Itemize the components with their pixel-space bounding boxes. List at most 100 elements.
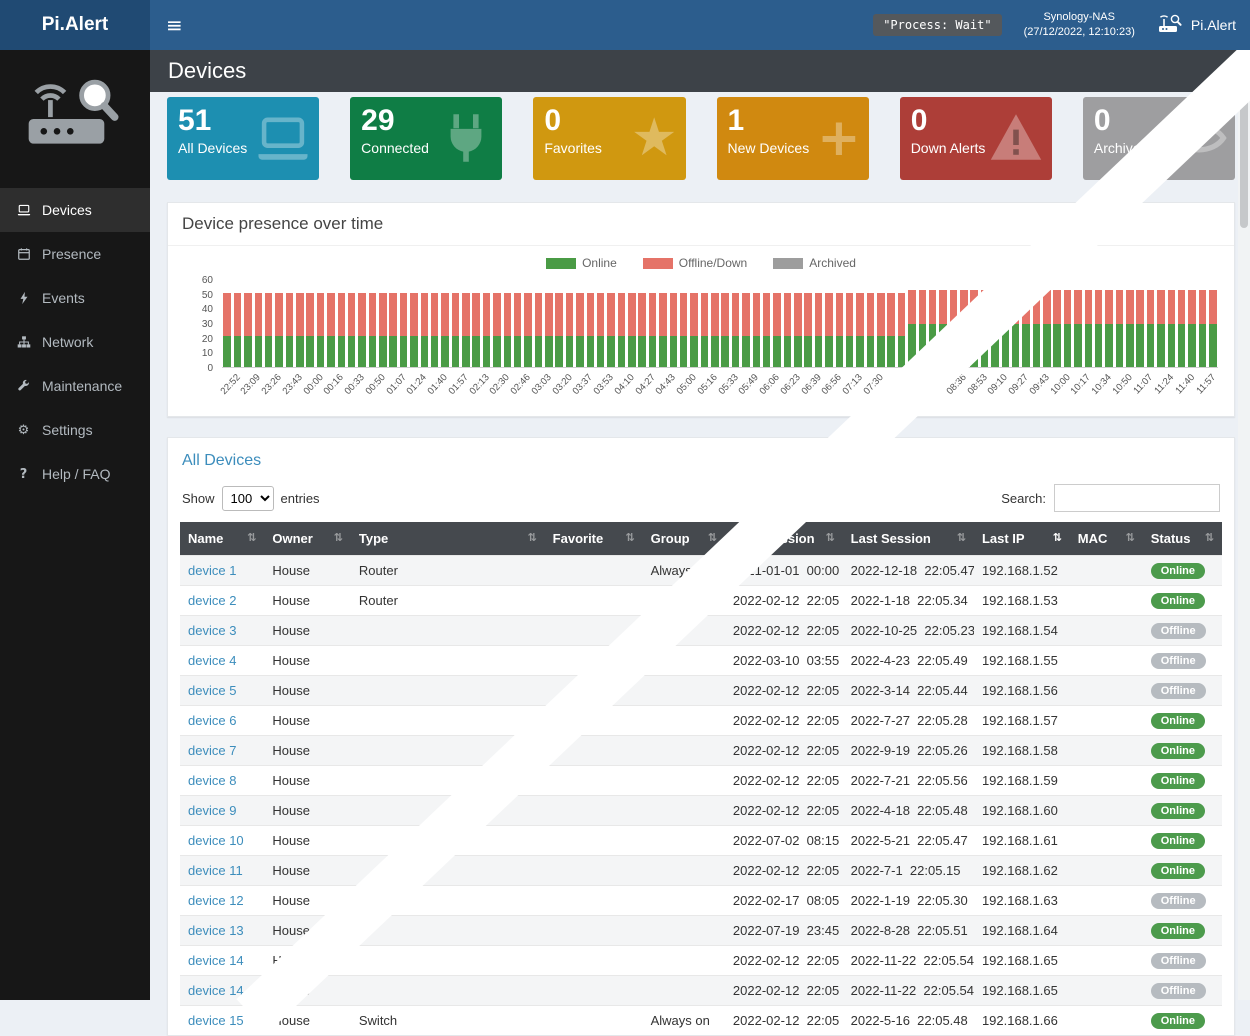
chart-bar [1208,290,1218,367]
device-link[interactable]: device 15 [188,1013,244,1028]
device-link[interactable]: device 6 [188,713,236,728]
plus-icon: + [817,103,861,173]
table-row[interactable]: device 14House2022-02-12 22:052022-11-22… [180,976,1222,1006]
x-tick-label: 23:09 [239,372,263,397]
sidebar-toggle-icon[interactable]: ≡ [150,0,199,50]
x-tick-label: 06:39 [799,372,823,397]
card-connected[interactable]: 29Connected [350,97,502,180]
sort-icon[interactable]: ⇅ [1126,531,1135,544]
device-link[interactable]: device 11 [188,863,243,878]
bar-segment-online [1022,324,1029,367]
sidebar-item-presence[interactable]: Presence [0,232,150,276]
chart-bar [1062,290,1072,367]
bar-segment-online [804,336,811,367]
bar-segment-offline-down [753,293,760,336]
x-tick: 11:07 [1135,368,1156,416]
sidebar-item-network[interactable]: Network [0,320,150,364]
sort-icon[interactable]: ⇅ [957,531,966,544]
column-header-last-session[interactable]: Last Session⇅ [843,522,974,556]
device-status-cell: Offline [1143,946,1222,976]
chart-bar [554,293,564,367]
bar-segment-online [815,336,822,367]
column-header-favorite[interactable]: Favorite⇅ [545,522,643,556]
sort-icon[interactable]: ⇅ [825,531,834,544]
table-row[interactable]: device 15HouseSwitchAlways on2022-02-12 … [180,1006,1222,1036]
x-tick-label: 06:06 [758,372,782,397]
chart-bar [471,293,481,367]
table-row[interactable]: device 9House2022-02-12 22:052022-4-18 2… [180,796,1222,826]
chart-bar [896,293,906,367]
chart-y-axis: 6050403020100 [168,280,222,368]
x-tick: 23:26 [264,368,285,416]
card-down-alerts[interactable]: 0Down Alerts [900,97,1052,180]
brand-logo[interactable]: Pi.Alert [0,0,150,50]
status-badge: Online [1151,803,1205,819]
table-row[interactable]: device 6House2022-02-12 22:052022-7-27 2… [180,706,1222,736]
status-badge: Online [1151,773,1205,789]
page-size-select[interactable]: 100 [222,486,274,511]
sort-icon[interactable]: ⇅ [1053,531,1062,544]
search-input[interactable] [1054,484,1220,512]
x-tick: 05:33 [720,368,741,416]
device-link[interactable]: device 8 [188,773,236,788]
device-link[interactable]: device 10 [188,833,244,848]
bar-segment-offline-down [763,293,770,336]
bar-segment-online [1043,324,1050,367]
column-header-name[interactable]: Name⇅ [180,522,264,556]
card-all-devices[interactable]: 51All Devices [167,97,319,180]
device-link[interactable]: device 3 [188,623,236,638]
bar-segment-online [296,336,303,367]
sidebar-item-settings[interactable]: ⚙Settings [0,408,150,452]
device-link[interactable]: device 14 [188,953,244,968]
sidebar-item-events[interactable]: Events [0,276,150,320]
sidebar-item-devices[interactable]: Devices [0,188,150,232]
device-link[interactable]: device 1 [188,563,236,578]
sort-icon[interactable]: ⇅ [625,531,634,544]
sort-icon[interactable]: ⇅ [334,531,343,544]
card-new-devices[interactable]: 1New Devices+ [717,97,869,180]
device-link[interactable]: device 9 [188,803,236,818]
x-tick: 05:16 [699,368,720,416]
bar-segment-offline-down [1199,290,1206,324]
sort-icon[interactable]: ⇅ [1205,531,1214,544]
column-header-last-ip[interactable]: Last IP⇅ [974,522,1070,556]
sort-icon[interactable]: ⇅ [247,531,256,544]
device-link[interactable]: device 5 [188,683,236,698]
table-row[interactable]: device 11House2022-02-12 22:052022-7-1 2… [180,856,1222,886]
card-favorites[interactable]: 0Favorites★ [533,97,685,180]
table-row[interactable]: device 7House2022-02-12 22:052022-9-19 2… [180,736,1222,766]
device-cell [351,976,545,1006]
chart-bar [772,293,782,367]
sidebar-item-maintenance[interactable]: Maintenance [0,364,150,408]
device-link[interactable]: device 13 [188,923,244,938]
column-header-owner[interactable]: Owner⇅ [264,522,350,556]
x-tick: 06:56 [824,368,845,416]
navbar-app[interactable]: Pi.Alert [1157,0,1236,50]
x-tick-label: 10:00 [1048,372,1072,397]
bar-segment-offline-down [701,293,708,336]
column-header-mac[interactable]: MAC⇅ [1070,522,1143,556]
table-row[interactable]: device 4House2022-03-10 03:552022-4-23 2… [180,646,1222,676]
device-cell: 2022-10-25 22:05.23 [843,616,974,646]
column-header-type[interactable]: Type⇅ [351,522,545,556]
sidebar-item-help-faq[interactable]: ?Help / FAQ [0,452,150,496]
device-link[interactable]: device 7 [188,743,236,758]
table-row[interactable]: device 5House2022-02-12 22:052022-3-14 2… [180,676,1222,706]
table-row[interactable]: device 10House2022-07-02 08:152022-5-21 … [180,826,1222,856]
chart-bar [1073,290,1083,367]
device-cell [1070,916,1143,946]
table-row[interactable]: device 8House2022-02-12 22:052022-7-21 2… [180,766,1222,796]
sidebar-item-label: Help / FAQ [42,466,110,482]
device-link[interactable]: device 4 [188,653,236,668]
device-cell: House [264,736,350,766]
device-link[interactable]: device 12 [188,893,244,908]
device-link[interactable]: device 2 [188,593,236,608]
column-header-status[interactable]: Status⇅ [1143,522,1222,556]
bar-segment-online [421,336,428,367]
chart-bar [876,293,886,367]
page-scrollbar[interactable] [1238,50,1250,1000]
sort-icon[interactable]: ⇅ [527,531,536,544]
bar-segment-online [638,336,645,367]
device-link[interactable]: device 14 [188,983,244,998]
sort-icon[interactable]: ⇅ [708,531,717,544]
